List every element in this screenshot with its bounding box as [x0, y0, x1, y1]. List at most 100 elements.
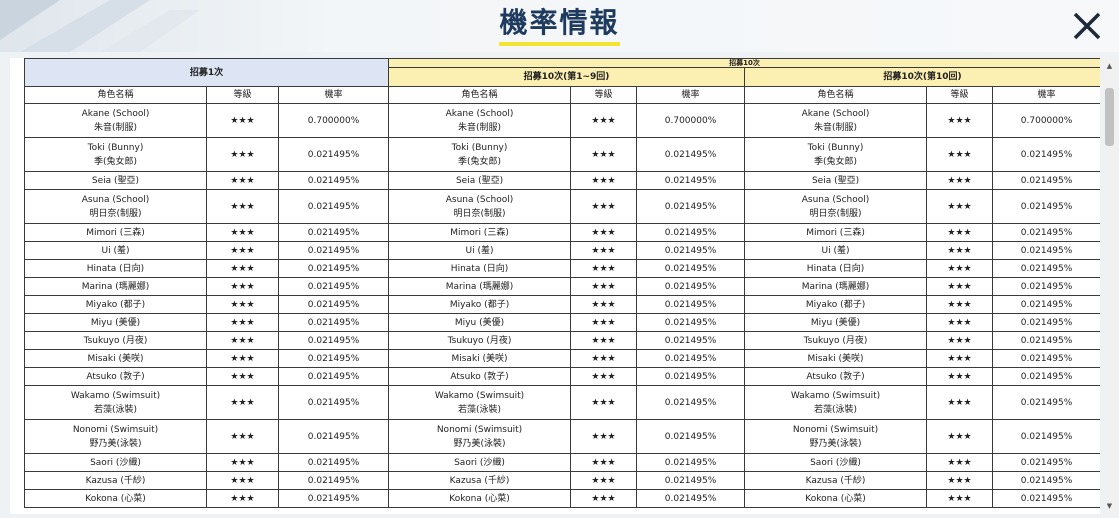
- grade-stars: ★★★: [206, 489, 279, 508]
- rate-value: 0.021495%: [636, 171, 746, 190]
- grade-stars: ★★★: [926, 419, 994, 454]
- character-name-cell: Tsukuyo (月夜): [388, 331, 572, 350]
- grade-stars: ★★★: [926, 259, 994, 278]
- grade-stars: ★★★: [206, 385, 279, 420]
- character-name-cell: Marina (瑪麗娜): [744, 277, 928, 296]
- rate-value: 0.021495%: [636, 137, 746, 172]
- rate-value: 0.021495%: [636, 331, 746, 350]
- rate-value: 0.021495%: [992, 489, 1100, 508]
- character-name-cell: Akane (School) 朱音(制服): [24, 103, 207, 138]
- grade-stars: ★★★: [926, 385, 994, 420]
- table-row: Marina (瑪麗娜) ★★★ 0.021495% Marina (瑪麗娜) ★★★ 0…: [24, 277, 1100, 296]
- character-name: Toki (Bunny): [451, 142, 508, 153]
- character-subname: 野乃美(泳裝): [809, 438, 862, 449]
- character-name-cell: Tsukuyo (月夜): [24, 331, 207, 350]
- table-row: Ui (羞) ★★★ 0.021495% Ui (羞) ★★★ 0.021495% Ui (…: [24, 241, 1100, 260]
- character-name: Hinata (日向): [450, 263, 509, 274]
- grade-stars: ★★★: [926, 313, 994, 332]
- rate-value: 0.021495%: [992, 471, 1100, 490]
- character-name: Wakamo (Swimsuit): [70, 390, 161, 401]
- character-name-cell: Marina (瑪麗娜): [388, 277, 572, 296]
- character-name-cell: Ui (羞): [744, 241, 928, 260]
- character-name-cell: Atsuko (敦子): [24, 367, 207, 386]
- table-body: Akane (School) 朱音(制服) ★★★ 0.700000% Akane (S…: [24, 103, 1100, 508]
- grade-stars: ★★★: [570, 313, 638, 332]
- character-name-cell: Kokona (心菜): [388, 489, 572, 508]
- rate-value: 0.021495%: [277, 241, 390, 260]
- grade-stars: ★★★: [206, 259, 279, 278]
- character-name: Wakamo (Swimsuit): [790, 390, 881, 401]
- character-name-cell: Akane (School) 朱音(制服): [744, 103, 928, 138]
- rate-value: 0.021495%: [277, 489, 390, 508]
- header-bar: 機率情報: [0, 0, 1119, 52]
- grade-stars: ★★★: [926, 349, 994, 368]
- character-name-cell: Seia (聖亞): [388, 171, 572, 190]
- table-row: Hinata (日向) ★★★ 0.021495% Hinata (日向) ★★★ 0.0…: [24, 259, 1100, 278]
- rate-value: 0.021495%: [992, 419, 1100, 454]
- character-name: Misaki (美咲): [807, 353, 864, 364]
- scroll-up-arrow-icon[interactable]: ▲: [1102, 58, 1117, 74]
- character-name-cell: Hinata (日向): [388, 259, 572, 278]
- grade-stars: ★★★: [570, 223, 638, 242]
- rate-value: 0.021495%: [992, 453, 1100, 472]
- column-header-rate: 機率: [992, 86, 1100, 104]
- character-subname: 明日奈(制服): [809, 208, 862, 219]
- grade-stars: ★★★: [206, 277, 279, 296]
- rate-value: 0.021495%: [636, 277, 746, 296]
- grade-stars: ★★★: [206, 223, 279, 242]
- rate-value: 0.021495%: [992, 331, 1100, 350]
- character-name: Atsuko (敦子): [450, 371, 509, 382]
- scroll-down-arrow-icon[interactable]: ▼: [1102, 498, 1117, 514]
- character-name: Ui (羞): [821, 245, 850, 256]
- rate-value: 0.021495%: [636, 241, 746, 260]
- character-subname: 朱音(制服): [458, 122, 502, 133]
- vertical-scrollbar[interactable]: ▲ ▼: [1102, 58, 1117, 514]
- character-name-cell: Asuna (School) 明日奈(制服): [24, 189, 207, 224]
- rate-value: 0.021495%: [992, 277, 1100, 296]
- grade-stars: ★★★: [570, 189, 638, 224]
- character-name-cell: Miyu (美優): [744, 313, 928, 332]
- column-header-grade: 等級: [206, 86, 279, 104]
- character-name: Seia (聖亞): [455, 175, 504, 186]
- character-name: Atsuko (敦子): [806, 371, 865, 382]
- character-name-cell: Mimori (三森): [744, 223, 928, 242]
- character-name: Miyako (都子): [85, 299, 146, 310]
- character-name: Saori (沙織): [454, 457, 505, 468]
- grade-stars: ★★★: [926, 103, 994, 138]
- character-name-cell: Wakamo (Swimsuit) 若藻(泳裝): [24, 385, 207, 420]
- character-name: Misaki (美咲): [451, 353, 508, 364]
- column-header-name: 角色名稱: [388, 86, 572, 104]
- grade-stars: ★★★: [570, 489, 638, 508]
- grade-stars: ★★★: [570, 453, 638, 472]
- character-name-cell: Toki (Bunny) 季(兔女郎): [24, 137, 207, 172]
- grade-stars: ★★★: [926, 367, 994, 386]
- grade-stars: ★★★: [570, 471, 638, 490]
- grade-stars: ★★★: [570, 103, 638, 138]
- character-name-cell: Misaki (美咲): [24, 349, 207, 368]
- character-name-cell: Tsukuyo (月夜): [744, 331, 928, 350]
- character-name: Kazusa (千紗): [805, 475, 866, 486]
- character-name: Miyako (都子): [805, 299, 866, 310]
- character-name: Miyako (都子): [449, 299, 510, 310]
- rates-panel[interactable]: 招募1次 招募10次 招募10次(第1~9回) 招募10次(第10回) 角色名稱…: [10, 58, 1100, 514]
- grade-stars: ★★★: [926, 137, 994, 172]
- grade-stars: ★★★: [570, 171, 638, 190]
- table-row: Asuna (School) 明日奈(制服) ★★★ 0.021495% Asuna (…: [24, 189, 1100, 224]
- column-header-name: 角色名稱: [24, 86, 207, 104]
- rate-value: 0.021495%: [277, 189, 390, 224]
- title-wrapper: 機率情報: [0, 0, 1119, 52]
- grade-stars: ★★★: [926, 277, 994, 296]
- character-subname: 季(兔女郎): [93, 156, 138, 167]
- table-row: Atsuko (敦子) ★★★ 0.021495% Atsuko (敦子) ★★★ 0.0…: [24, 367, 1100, 386]
- character-name: Misaki (美咲): [87, 353, 144, 364]
- scroll-thumb[interactable]: [1105, 88, 1114, 146]
- grade-stars: ★★★: [206, 313, 279, 332]
- grade-stars: ★★★: [570, 349, 638, 368]
- character-name: Nonomi (Swimsuit): [792, 424, 879, 435]
- character-name-cell: Seia (聖亞): [744, 171, 928, 190]
- character-name-cell: Misaki (美咲): [744, 349, 928, 368]
- character-name-cell: Miyako (都子): [744, 295, 928, 314]
- close-button[interactable]: [1067, 6, 1107, 46]
- character-name: Miyu (美優): [90, 317, 141, 328]
- character-name-cell: Saori (沙織): [24, 453, 207, 472]
